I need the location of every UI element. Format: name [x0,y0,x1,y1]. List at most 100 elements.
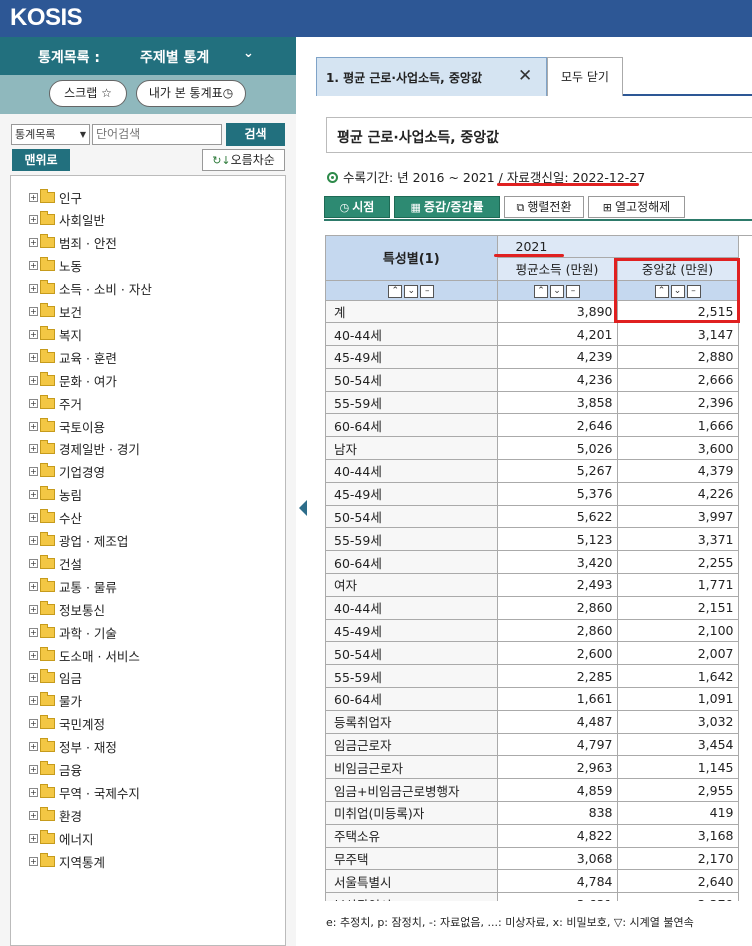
table-row[interactable]: 40-44세 2,860 2,151 [326,596,739,620]
table-row[interactable]: 60-64세 1,661 1,091 [326,687,739,711]
expand-icon[interactable]: + [29,307,38,316]
sort-up-icon[interactable]: ⌃ [534,285,548,298]
tree-item[interactable]: + 농림 [29,486,82,504]
tree-item[interactable]: + 경제일반 · 경기 [29,440,140,458]
expand-icon[interactable]: + [29,650,38,660]
tree-item[interactable]: + 임금 [29,669,82,687]
tree-item[interactable]: + 복지 [29,325,82,343]
table-row[interactable]: 40-44세 4,201 3,147 [326,322,739,347]
search-scope-select[interactable]: 통계목록 ▼ [11,124,90,145]
tree-item[interactable]: + 국토이용 [29,417,105,435]
collapse-left-icon[interactable] [299,500,307,516]
collapse-icon[interactable]: – [566,285,580,298]
table-row[interactable]: 미취업(미등록)자 838 419 [326,801,739,825]
expand-icon[interactable]: + [29,742,38,752]
table-row[interactable]: 60-64세 2,646 1,666 [326,413,739,438]
expand-icon[interactable]: + [29,329,38,339]
tree-item[interactable]: + 광업 · 제조업 [29,532,128,550]
table-row[interactable]: 무주택 3,068 2,170 [326,847,739,871]
category-mode[interactable]: 주제별 통계 [140,47,209,67]
table-row[interactable]: 40-44세 5,267 4,379 [326,459,739,483]
tab-active[interactable]: 1. 평균 근로·사업소득, 중앙값 ✕ [316,57,547,96]
table-row[interactable]: 등록취업자 4,487 3,032 [326,710,739,734]
expand-icon[interactable]: + [29,444,38,454]
tree-item[interactable]: + 국민계정 [29,715,105,733]
tree-item[interactable]: + 보건 [29,303,82,321]
expand-icon[interactable]: + [29,375,38,385]
category-header[interactable]: 통계목록 : 주제별 통계 ⌄ [0,37,296,75]
table-row[interactable]: 남자 5,026 3,600 [326,436,739,461]
table-row[interactable]: 55-59세 5,123 3,371 [326,527,739,552]
table-row[interactable]: 45-49세 2,860 2,100 [326,619,739,643]
tree-item[interactable]: + 사회일반 [29,211,105,229]
time-button[interactable]: ◷ 시점 [324,196,390,218]
tree-item[interactable]: + 인구 [29,188,82,206]
table-row[interactable]: 45-49세 5,376 4,226 [326,482,739,506]
tree-item[interactable]: + 기업경영 [29,463,105,481]
tree-item[interactable]: + 교통 · 물류 [29,577,117,595]
table-row[interactable]: 55-59세 3,858 2,396 [326,391,739,415]
scroll-top-button[interactable]: 맨위로 [12,149,70,171]
expand-icon[interactable]: + [29,627,38,637]
tree-item[interactable]: + 무역 · 국제수지 [29,783,140,801]
expand-icon[interactable]: + [29,810,38,820]
close-icon[interactable]: ✕ [518,66,532,86]
table-row[interactable]: 임금+비임금근로병행자 4,859 2,955 [326,778,739,803]
sort-ascending-button[interactable]: ↻↓오름차순 [202,149,285,171]
tree-item[interactable]: + 범죄 · 안전 [29,234,117,252]
table-row[interactable]: 60-64세 3,420 2,255 [326,550,739,575]
expand-icon[interactable]: + [29,192,38,202]
tree-item[interactable]: + 수산 [29,509,82,527]
tree-item[interactable]: + 정부 · 재정 [29,738,117,756]
expand-icon[interactable]: + [29,284,38,294]
tree-item[interactable]: + 교육 · 훈련 [29,348,117,366]
table-row[interactable]: 서울특별시 4,784 2,640 [326,869,739,894]
expand-icon[interactable]: + [29,558,38,568]
expand-icon[interactable]: + [29,719,38,729]
tree-item[interactable]: + 노동 [29,257,82,275]
expand-icon[interactable]: + [29,787,38,797]
sort-down-icon[interactable]: ⌄ [550,285,564,298]
chevron-down-icon[interactable]: ⌄ [243,46,254,61]
expand-icon[interactable]: + [29,581,38,591]
table-row[interactable]: 주택소유 4,822 3,168 [326,824,739,848]
tree-item[interactable]: + 환경 [29,806,82,824]
sort-up-icon[interactable]: ⌃ [388,285,403,298]
tree-item[interactable]: + 금융 [29,761,82,779]
expand-icon[interactable]: + [29,215,38,225]
my-stats-button[interactable]: 내가 본 통계표◷ [136,80,246,107]
close-all-tabs-button[interactable]: 모두 닫기 [547,57,623,96]
expand-icon[interactable]: + [29,696,38,706]
scrap-button[interactable]: 스크랩 ☆ [49,80,127,107]
tree-item[interactable]: + 과학 · 기술 [29,623,117,641]
pivot-button[interactable]: ⧉ 행렬전환 [504,196,584,218]
expand-icon[interactable]: + [29,673,38,683]
tree-item[interactable]: + 에너지 [29,829,94,847]
tree-item[interactable]: + 지역통계 [29,852,105,870]
table-row[interactable]: 55-59세 2,285 1,642 [326,664,739,689]
expand-icon[interactable]: + [29,604,38,614]
tree-item[interactable]: + 소득 · 소비 · 자산 [29,280,152,298]
expand-icon[interactable]: + [29,490,38,500]
tree-item[interactable]: + 물가 [29,692,82,710]
expand-icon[interactable]: + [29,765,38,774]
avg-income-header[interactable]: 평균소득 (만원) [497,257,618,281]
table-row[interactable]: 45-49세 4,239 2,880 [326,345,739,369]
tree-item[interactable]: + 문화 · 여가 [29,371,117,389]
table-row[interactable]: 비임금근로자 2,963 1,145 [326,755,739,780]
expand-icon[interactable]: + [29,467,38,477]
tree-item[interactable]: + 건설 [29,554,82,572]
expand-icon[interactable]: + [29,833,38,843]
table-row[interactable]: 50-54세 4,236 2,666 [326,368,739,392]
panel-splitter[interactable] [296,37,316,946]
tree-item[interactable]: + 주거 [29,394,82,412]
expand-icon[interactable]: + [29,238,38,248]
expand-icon[interactable]: + [29,536,38,545]
search-input[interactable]: 단어검색 [92,124,222,145]
kosis-logo[interactable]: KOSIS [10,4,83,32]
expand-icon[interactable]: + [29,352,38,362]
expand-icon[interactable]: + [29,398,38,408]
table-row[interactable]: 50-54세 5,622 3,997 [326,505,739,529]
row-header[interactable]: 특성별(1) [326,236,498,281]
expand-icon[interactable]: + [29,856,38,866]
